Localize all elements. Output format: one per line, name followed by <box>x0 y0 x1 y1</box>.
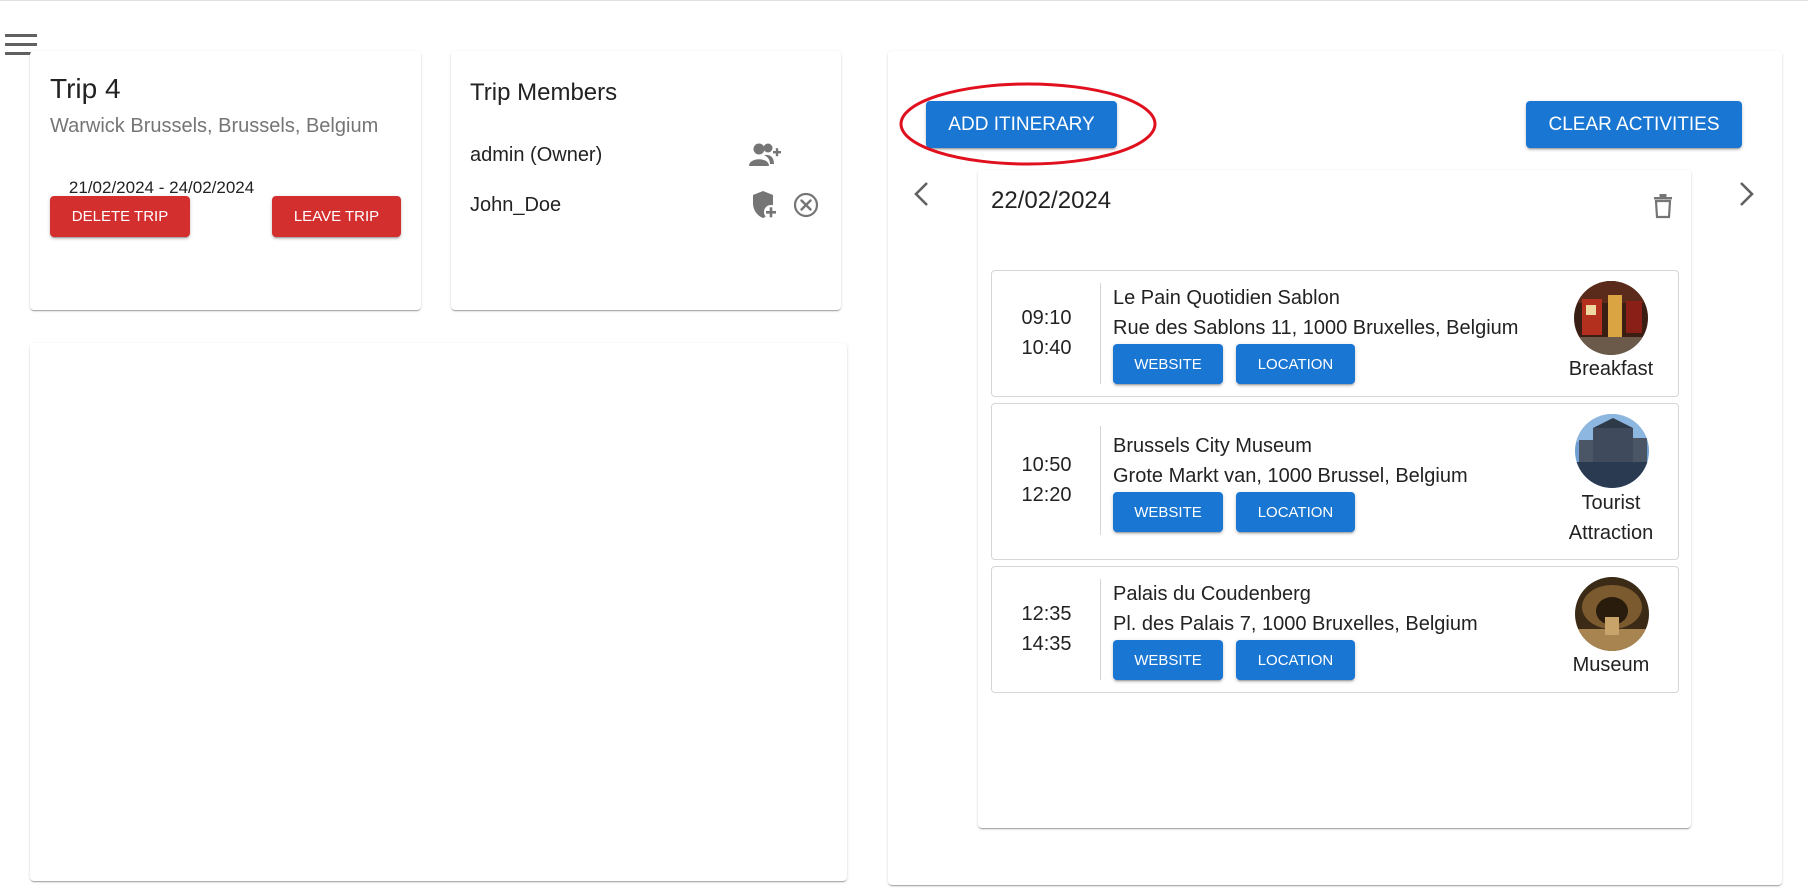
highlight-ring <box>898 81 1158 167</box>
activity-category: Tourist Attraction <box>1551 488 1671 548</box>
trip-info-card: Trip 4 Warwick Brussels, Brussels, Belgi… <box>30 51 421 310</box>
activity-address: Grote Markt van, 1000 Brussel, Belgium <box>1113 465 1468 487</box>
activity-divider <box>1100 283 1101 384</box>
website-button[interactable]: WEBSITE <box>1113 492 1223 532</box>
activity-category-line: Attraction <box>1568 522 1654 544</box>
location-button[interactable]: LOCATION <box>1236 492 1355 532</box>
activity-divider <box>1100 579 1101 680</box>
trip-members-card: Trip Members admin (Owner) John_Doe <box>451 51 841 310</box>
leave-trip-button[interactable]: LEAVE TRIP <box>272 196 401 237</box>
top-divider <box>0 0 1808 1</box>
activity-image <box>1574 281 1648 355</box>
remove-member-icon[interactable] <box>793 192 819 218</box>
website-button[interactable]: WEBSITE <box>1113 344 1223 384</box>
trip-start-date: 21/02/2024 <box>68 178 154 197</box>
activity-end-time: 10:40 <box>1021 337 1072 359</box>
activity-category: Breakfast <box>1568 358 1654 380</box>
member-name: John_Doe <box>470 194 562 216</box>
activity-start-time: 10:50 <box>1021 454 1072 476</box>
map-card <box>30 343 847 881</box>
activity-times: 10:50 12:20 <box>992 450 1101 510</box>
date-separator: - <box>154 178 170 197</box>
activity-card: 10:50 12:20 Brussels City Museum Grote M… <box>991 403 1679 560</box>
chevron-right-icon[interactable] <box>1734 180 1758 208</box>
activity-times: 09:10 10:40 <box>992 303 1101 363</box>
trip-end-date: 24/02/2024 <box>169 178 255 197</box>
activity-image <box>1575 577 1649 651</box>
delete-trip-button[interactable]: DELETE TRIP <box>50 196 190 237</box>
activity-times: 12:35 14:35 <box>992 599 1101 659</box>
activity-end-time: 12:20 <box>1021 484 1072 506</box>
activity-name: Brussels City Museum <box>1113 435 1312 457</box>
activity-category: Museum <box>1572 654 1650 676</box>
activity-divider <box>1100 426 1101 535</box>
activity-name: Palais du Coudenberg <box>1113 583 1311 605</box>
delete-day-icon[interactable] <box>1652 193 1674 219</box>
activity-start-time: 09:10 <box>1021 307 1072 329</box>
trip-title: Trip 4 <box>50 73 121 104</box>
activity-address: Rue des Sablons 11, 1000 Bruxelles, Belg… <box>1113 317 1519 339</box>
add-member-icon[interactable] <box>749 142 781 168</box>
members-title: Trip Members <box>470 79 618 106</box>
activity-end-time: 14:35 <box>1021 633 1072 655</box>
activity-image <box>1575 414 1649 488</box>
activity-card: 12:35 14:35 Palais du Coudenberg Pl. des… <box>991 566 1679 693</box>
activity-address: Pl. des Palais 7, 1000 Bruxelles, Belgiu… <box>1113 613 1478 635</box>
trip-location: Warwick Brussels, Brussels, Belgium <box>50 115 379 137</box>
chevron-left-icon[interactable] <box>910 180 934 208</box>
activity-start-time: 12:35 <box>1021 603 1072 625</box>
member-name: admin (Owner) <box>470 144 603 166</box>
location-button[interactable]: LOCATION <box>1236 344 1355 384</box>
activity-category-line: Tourist <box>1581 492 1641 514</box>
clear-activities-button[interactable]: CLEAR ACTIVITIES <box>1526 101 1742 148</box>
day-date: 22/02/2024 <box>991 187 1112 214</box>
activity-name: Le Pain Quotidien Sablon <box>1113 287 1340 309</box>
website-button[interactable]: WEBSITE <box>1113 640 1223 680</box>
add-admin-shield-icon[interactable] <box>752 190 778 220</box>
location-button[interactable]: LOCATION <box>1236 640 1355 680</box>
activity-card: 09:10 10:40 Le Pain Quotidien Sablon Rue… <box>991 270 1679 397</box>
